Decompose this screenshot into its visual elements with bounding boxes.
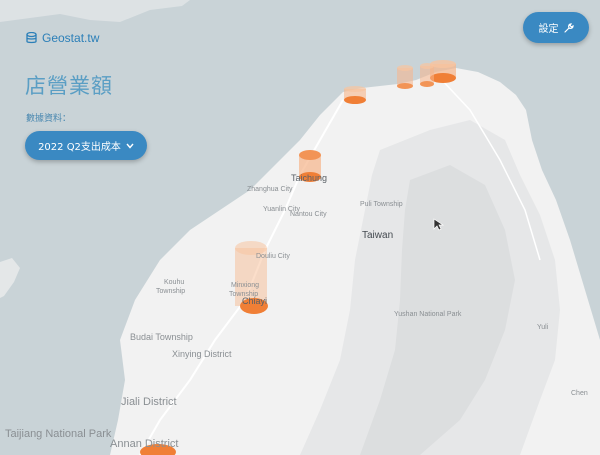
label-yushan: Yushan National Park [394,311,462,318]
label-taichung: Taichung [291,173,327,183]
chevron-down-icon [126,143,134,149]
settings-button[interactable]: 設定 [523,12,589,43]
dataset-selected-label: 2022 Q2支出成本 [38,142,121,153]
label-chen: Chen [571,390,588,397]
map-canvas[interactable]: Taiwan Taichung Zhanghua City Yuanlin Ci… [0,0,600,455]
brand-name: Geostat.tw [42,31,100,45]
label-kouhu-township: Township [156,288,185,295]
brand-logo[interactable]: Geostat.tw [26,31,99,45]
bar-hsinchu[interactable] [344,86,366,104]
label-puli: Puli Township [360,201,403,208]
dataset-dropdown-button[interactable]: 2022 Q2支出成本 [25,131,147,160]
label-taijiang: Taijiang National Park [5,428,112,440]
bar-taipei-1[interactable] [420,63,434,87]
label-chiayi: Chiayi [242,296,267,306]
data-source-label: 數據資料： [26,114,72,124]
page-title: 店營業額 [25,74,113,98]
bar-taipei-2[interactable] [397,65,413,89]
label-yuli: Yuli [537,324,549,331]
settings-label: 設定 [538,24,559,35]
label-zhanghua: Zhanghua City [247,186,293,193]
label-xinying: Xinying District [172,349,232,359]
label-kouhu: Kouhu [164,279,184,286]
label-budai: Budai Township [130,332,193,342]
label-nantou: Nantou City [290,211,327,218]
label-minxiong: Minxiong [231,282,259,289]
wrench-icon [563,22,574,33]
label-taiwan: Taiwan [362,230,393,241]
label-douliu: Douliu City [256,253,290,260]
database-icon [26,32,37,44]
label-jiali: Jiali District [121,396,177,408]
label-annan: Annan District [110,438,178,450]
